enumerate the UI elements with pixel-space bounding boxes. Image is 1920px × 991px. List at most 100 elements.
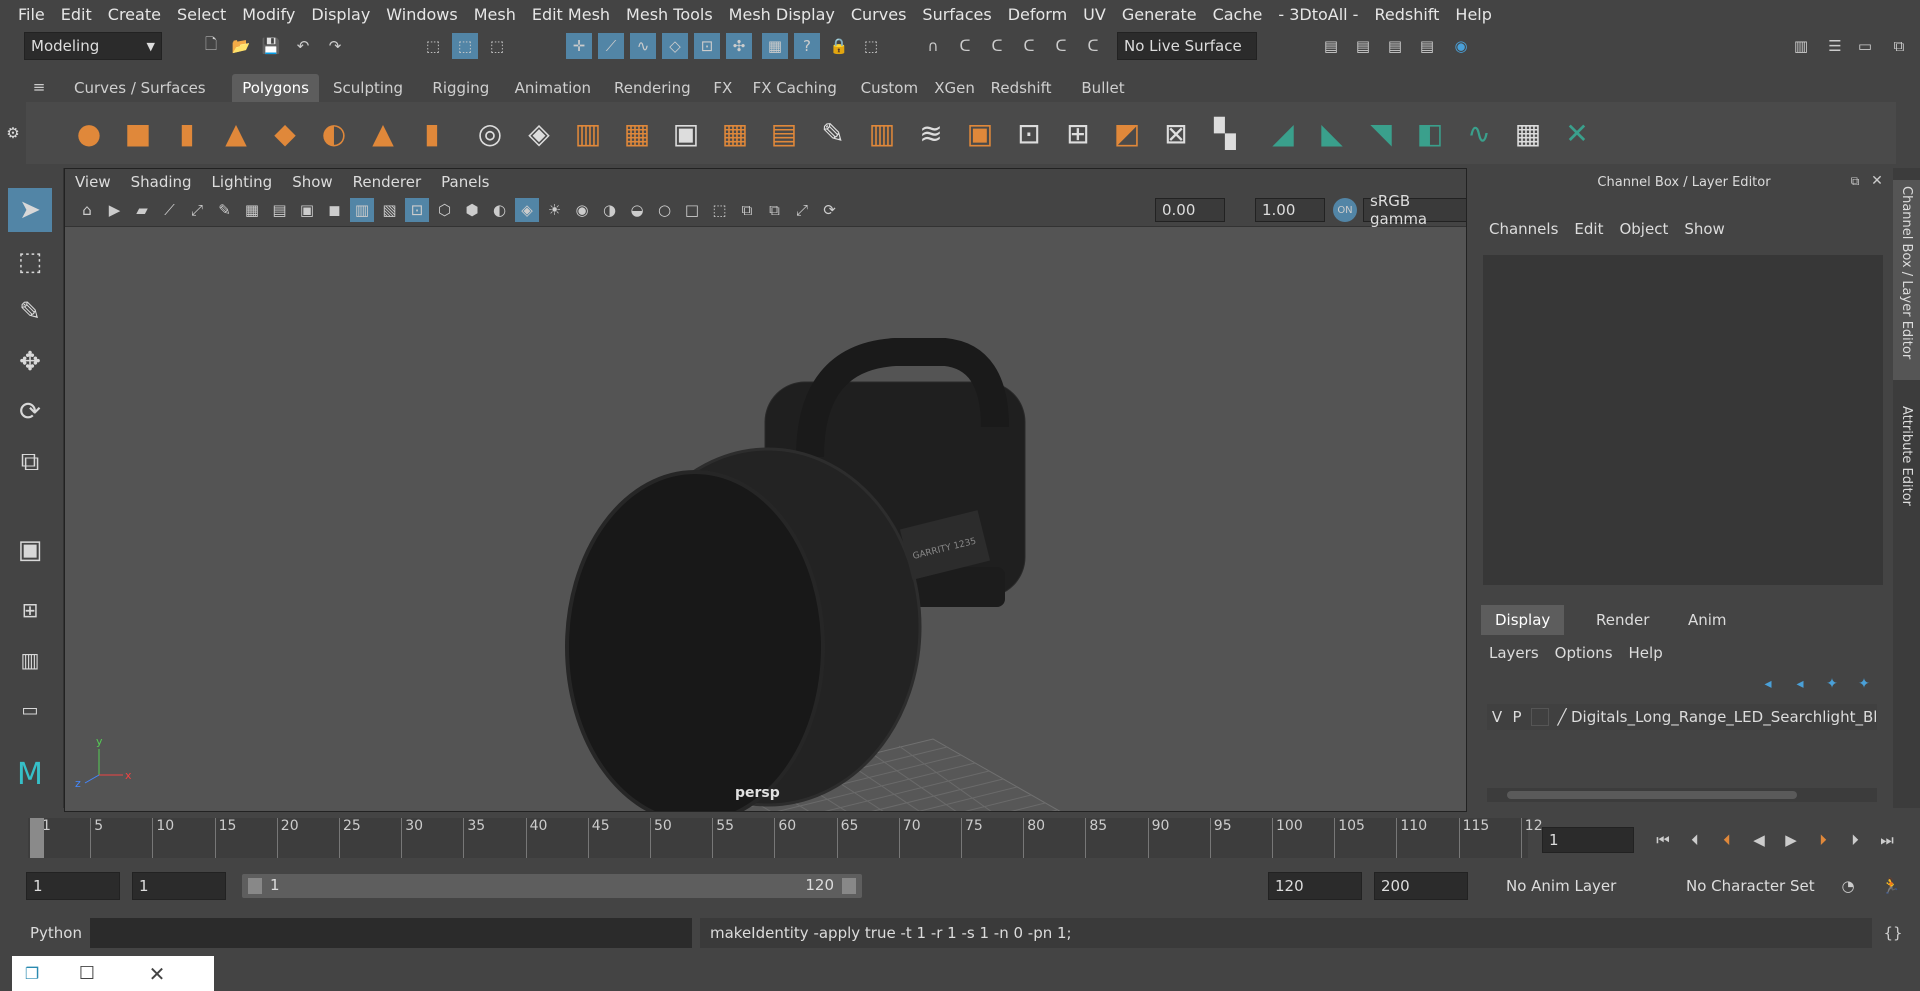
snap-grid-icon[interactable]: ✛ bbox=[566, 33, 592, 59]
shelf-tool-21-icon[interactable]: ⊞ bbox=[1059, 114, 1097, 152]
exposure-field[interactable]: 0.00 bbox=[1155, 198, 1225, 222]
viewport-menu-view[interactable]: View bbox=[65, 173, 121, 191]
layer-up-icon[interactable]: ◂ bbox=[1755, 671, 1781, 697]
character-set-selector[interactable]: No Character Set bbox=[1680, 872, 1826, 900]
menu-item-create[interactable]: Create bbox=[100, 5, 169, 24]
end-field[interactable]: 200 bbox=[1374, 872, 1468, 900]
new-layer-icon[interactable]: ✦ bbox=[1819, 671, 1845, 697]
select-tool-icon[interactable]: ➤ bbox=[8, 188, 52, 232]
viewport-tool-6-icon[interactable]: ✎ bbox=[213, 198, 237, 222]
channel-menu-edit[interactable]: Edit bbox=[1566, 220, 1611, 238]
menu-item-edit-mesh[interactable]: Edit Mesh bbox=[524, 5, 618, 24]
ipr-icon[interactable]: ▤ bbox=[1382, 33, 1408, 59]
shelf-tool-9-icon[interactable]: ◎ bbox=[471, 114, 509, 152]
viewport-menu-shading[interactable]: Shading bbox=[121, 173, 202, 191]
layer-playback[interactable]: P bbox=[1507, 708, 1527, 726]
menu-item-3dtoall[interactable]: - 3DtoAll - bbox=[1270, 5, 1366, 24]
viewport-tool-16-icon[interactable]: ◐ bbox=[488, 198, 512, 222]
step-forward-icon[interactable]: ⏵ bbox=[1842, 827, 1868, 853]
viewport-tool-17-icon[interactable]: ◈ bbox=[515, 198, 539, 222]
shelf-tool-4-icon[interactable]: ▲ bbox=[217, 114, 255, 152]
viewport-tool-22-icon[interactable]: ○ bbox=[653, 198, 677, 222]
viewport-tool-28-icon[interactable]: ⟳ bbox=[818, 198, 842, 222]
shelf-tool-31-icon[interactable]: ✕ bbox=[1558, 114, 1596, 152]
new-scene-icon[interactable]: 🗋 bbox=[198, 33, 224, 59]
channel-menu-channels[interactable]: Channels bbox=[1481, 220, 1566, 238]
menu-item-mesh[interactable]: Mesh bbox=[466, 5, 524, 24]
soft-select-icon[interactable]: ᑕ bbox=[984, 33, 1010, 59]
go-start-icon[interactable]: ⏮ bbox=[1650, 827, 1676, 853]
timeline-track[interactable]: 1 5 10 15 20 25 30 35 40 45 50 55 60 65 70 75 80 85 90 95 10… bbox=[28, 818, 1543, 858]
shelf-tool-27-icon[interactable]: ◥ bbox=[1362, 114, 1400, 152]
layer-menu-help[interactable]: Help bbox=[1621, 644, 1671, 662]
viewport-tool-21-icon[interactable]: ◒ bbox=[625, 198, 649, 222]
viewport-tool-26-icon[interactable]: ⧉ bbox=[763, 198, 787, 222]
shelf-tab-bullet[interactable]: Bullet bbox=[1071, 74, 1134, 102]
layer-visibility[interactable]: V bbox=[1487, 708, 1507, 726]
open-scene-icon[interactable]: 📂 bbox=[228, 33, 254, 59]
move-tool-icon[interactable]: ✥ bbox=[8, 340, 52, 384]
shelf-menu-icon[interactable]: ≡ bbox=[26, 74, 52, 100]
shelf-tab-fx[interactable]: FX bbox=[703, 74, 742, 102]
menu-item-uv[interactable]: UV bbox=[1075, 5, 1114, 24]
shelf-tool-20-icon[interactable]: ⊡ bbox=[1010, 114, 1048, 152]
shelf-tool-1-icon[interactable]: ● bbox=[70, 114, 108, 152]
viewport-tool-20-icon[interactable]: ◑ bbox=[598, 198, 622, 222]
layer-tab-anim[interactable]: Anim bbox=[1674, 605, 1741, 635]
shelf-tab-xgen[interactable]: XGen bbox=[924, 74, 985, 102]
outliner-layout-icon[interactable]: ▭ bbox=[8, 688, 52, 732]
viewport-tool-25-icon[interactable]: ⧉ bbox=[735, 198, 759, 222]
lasso-tool-icon[interactable]: ⬚ bbox=[8, 240, 52, 284]
undo-icon[interactable]: ↶ bbox=[290, 33, 316, 59]
viewport-tool-18-icon[interactable]: ☀ bbox=[543, 198, 567, 222]
color-space-selector[interactable]: sRGB gamma bbox=[1363, 192, 1467, 228]
shelf-tab-animation[interactable]: Animation bbox=[505, 74, 601, 102]
shelf-tool-23-icon[interactable]: ⊠ bbox=[1157, 114, 1195, 152]
rotate-tool-icon[interactable]: ⟳ bbox=[8, 390, 52, 434]
render-frame-icon[interactable]: ▤ bbox=[1350, 33, 1376, 59]
anim-layer-selector[interactable]: No Anim Layer bbox=[1500, 872, 1664, 900]
shelf-tool-10-icon[interactable]: ◈ bbox=[520, 114, 558, 152]
snap-curve-icon[interactable]: ⟋ bbox=[598, 33, 624, 59]
next-key-icon[interactable]: ⏵ bbox=[1810, 827, 1836, 853]
shelf-tool-11-icon[interactable]: ▥ bbox=[569, 114, 607, 152]
snap-point-icon[interactable]: ∿ bbox=[630, 33, 656, 59]
attribute-panel-icon[interactable]: ▭ bbox=[1852, 33, 1878, 59]
shelf-tool-12-icon[interactable]: ▦ bbox=[618, 114, 656, 152]
color-management-icon[interactable]: ON bbox=[1333, 198, 1357, 222]
layout-icon[interactable]: ▥ bbox=[8, 638, 52, 682]
prev-key-icon[interactable]: ⏴ bbox=[1714, 827, 1740, 853]
shelf-tool-6-icon[interactable]: ◐ bbox=[315, 114, 353, 152]
viewport-tool-4-icon[interactable]: ⟋ bbox=[158, 198, 182, 222]
menu-item-redshift[interactable]: Redshift bbox=[1366, 5, 1447, 24]
menu-item-curves[interactable]: Curves bbox=[843, 5, 915, 24]
menu-item-generate[interactable]: Generate bbox=[1114, 5, 1205, 24]
close-icon[interactable]: ✕ bbox=[1867, 170, 1887, 192]
shelf-tool-19-icon[interactable]: ▣ bbox=[961, 114, 999, 152]
viewport-tool-11-icon[interactable]: ▥ bbox=[350, 198, 374, 222]
shelf-tab-rendering[interactable]: Rendering bbox=[604, 74, 701, 102]
shelf-tool-18-icon[interactable]: ≋ bbox=[912, 114, 950, 152]
reflect-icon[interactable]: ᑕ bbox=[1048, 33, 1074, 59]
anim-prefs-icon[interactable]: 🏃 bbox=[1878, 873, 1904, 899]
sym-icon[interactable]: ᑕ bbox=[1016, 33, 1042, 59]
viewport-tool-12-icon[interactable]: ▧ bbox=[378, 198, 402, 222]
new-layer-selected-icon[interactable]: ✦ bbox=[1851, 671, 1877, 697]
script-editor-icon[interactable]: {} bbox=[1880, 920, 1906, 946]
shelf-tool-3-icon[interactable]: ▮ bbox=[168, 114, 206, 152]
shelf-tool-8-icon[interactable]: ▮ bbox=[413, 114, 451, 152]
menu-item-mesh-tools[interactable]: Mesh Tools bbox=[618, 5, 721, 24]
playhead[interactable] bbox=[30, 818, 44, 858]
render-view-icon[interactable]: ▤ bbox=[1318, 33, 1344, 59]
shelf-tool-15-icon[interactable]: ▤ bbox=[765, 114, 803, 152]
shelf-tab-custom[interactable]: Custom bbox=[851, 74, 928, 102]
four-pane-icon[interactable]: ⊞ bbox=[8, 588, 52, 632]
menu-item-windows[interactable]: Windows bbox=[378, 5, 465, 24]
layer-type[interactable] bbox=[1531, 708, 1549, 726]
menu-item-deform[interactable]: Deform bbox=[1000, 5, 1075, 24]
menu-item-help[interactable]: Help bbox=[1447, 5, 1499, 24]
restore-icon[interactable]: ❐ bbox=[12, 964, 52, 983]
mode-selector[interactable]: Modeling ▼ bbox=[24, 32, 162, 60]
snap-view-plane-icon[interactable]: ⊡ bbox=[694, 33, 720, 59]
shelf-tab-curves-surfaces[interactable]: Curves / Surfaces bbox=[64, 74, 216, 102]
